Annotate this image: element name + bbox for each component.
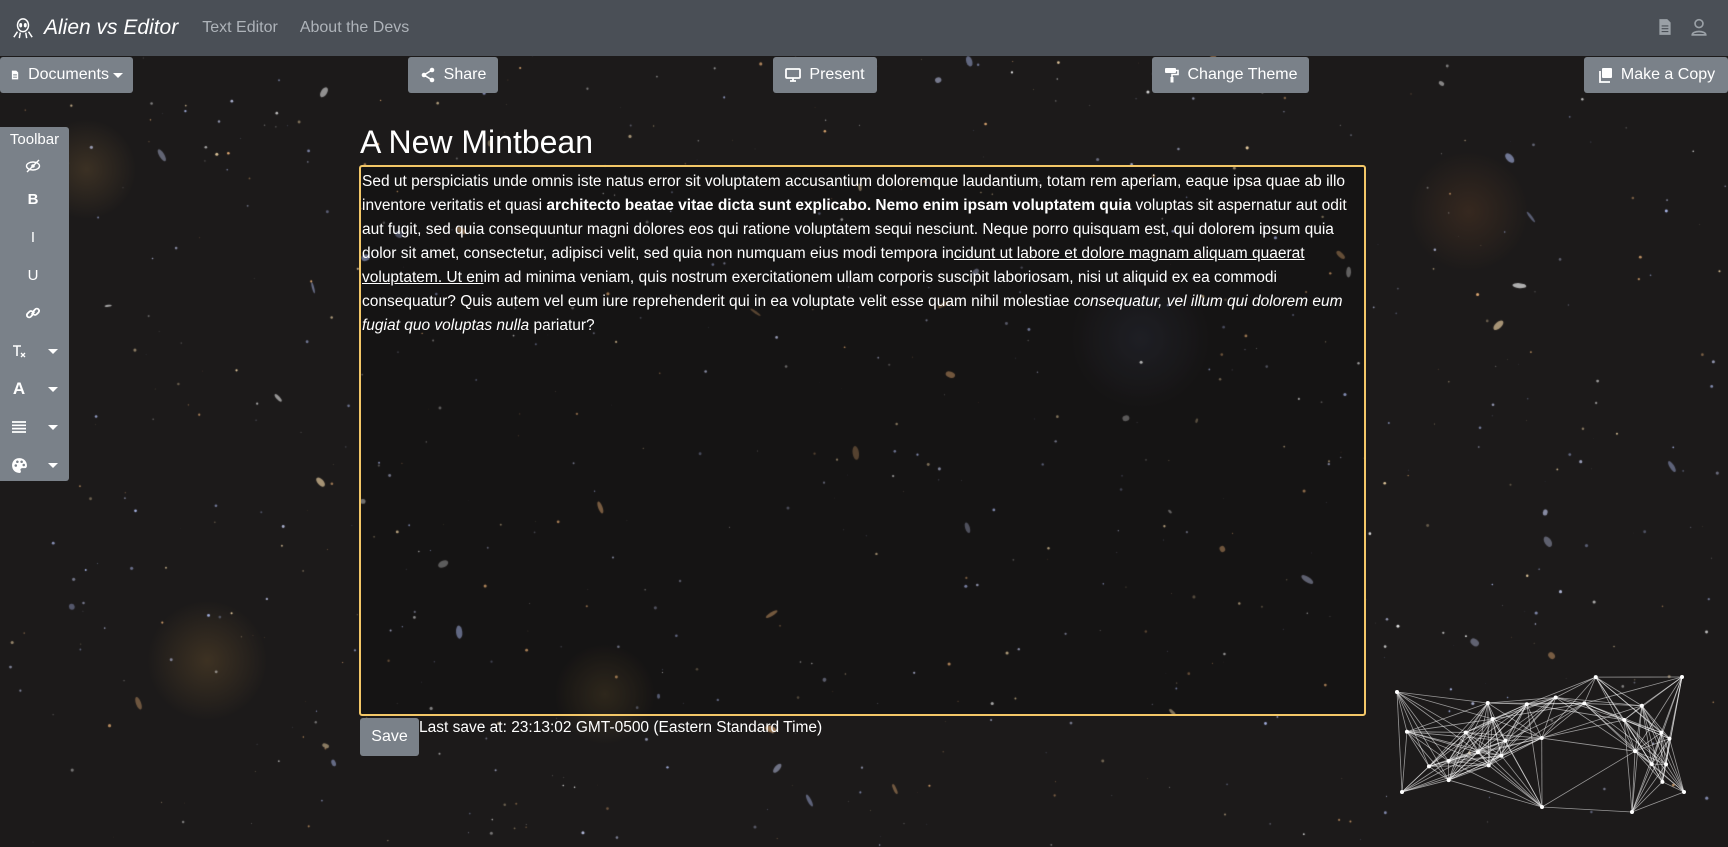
- change-theme-button[interactable]: Change Theme: [1152, 57, 1309, 93]
- last-save-status: Last save at: 23:13:02 GMT-0500 (Eastern…: [419, 719, 823, 736]
- italic-button[interactable]: I: [0, 218, 69, 256]
- underline-icon: U: [27, 266, 39, 284]
- make-copy-button[interactable]: Make a Copy: [1584, 57, 1728, 93]
- toggle-visibility-button[interactable]: [0, 151, 69, 180]
- link-button[interactable]: [0, 294, 69, 332]
- file-icon: [11, 70, 19, 80]
- link-icon: [24, 304, 42, 322]
- make-copy-label: Make a Copy: [1620, 66, 1716, 83]
- text-segment: pariatur?: [529, 317, 595, 334]
- documents-dropdown-button[interactable]: Documents: [0, 57, 133, 93]
- eye-slash-icon: [24, 157, 42, 175]
- palette-dropdown[interactable]: [0, 446, 69, 484]
- brand-name: Alien vs Editor: [44, 16, 179, 39]
- share-icon: [421, 67, 434, 83]
- editor-content[interactable]: Sed ut perspiciatis unde omnis iste natu…: [361, 167, 1364, 338]
- nav-link-text-editor[interactable]: Text Editor: [202, 19, 278, 37]
- brand[interactable]: Alien vs Editor: [12, 16, 178, 40]
- nav-right-icons: [1656, 18, 1708, 36]
- present-button[interactable]: Present: [773, 57, 877, 93]
- palette-icon: [10, 456, 28, 474]
- toolbar: Toolbar B I U A: [0, 127, 69, 481]
- share-label: Share: [443, 66, 487, 83]
- chevron-down-icon: [48, 463, 58, 468]
- align-icon: [10, 418, 28, 436]
- document-title[interactable]: A New Mintbean: [360, 124, 593, 161]
- monitor-icon: [785, 68, 802, 82]
- text-segment-bold: architecto beatae vitae dicta sunt expli…: [546, 197, 1132, 214]
- chevron-down-icon: [48, 387, 58, 392]
- bold-icon: B: [27, 190, 39, 208]
- bold-button[interactable]: B: [0, 180, 69, 218]
- nav-link-about[interactable]: About the Devs: [300, 19, 409, 37]
- change-theme-label: Change Theme: [1187, 66, 1298, 83]
- document-icon[interactable]: [1656, 18, 1674, 36]
- toolbar-title: Toolbar: [9, 131, 60, 148]
- present-label: Present: [809, 66, 865, 83]
- copy-icon: [1598, 68, 1612, 83]
- alien-logo-icon: [13, 18, 33, 39]
- clear-format-dropdown[interactable]: [0, 332, 69, 370]
- font-color-dropdown[interactable]: A: [0, 370, 69, 408]
- documents-label: Documents: [28, 66, 109, 83]
- font-color-icon: A: [12, 379, 26, 398]
- user-icon[interactable]: [1690, 18, 1708, 36]
- align-dropdown[interactable]: [0, 408, 69, 446]
- navbar: Alien vs Editor Text Editor About the De…: [0, 0, 1728, 56]
- share-button[interactable]: Share: [408, 57, 498, 93]
- save-button[interactable]: Save: [360, 718, 419, 756]
- network-mesh-graphic: [1395, 675, 1686, 814]
- italic-icon: I: [30, 228, 36, 246]
- paint-roller-icon: [1164, 68, 1179, 83]
- clear-format-icon: [10, 342, 28, 360]
- text-editor[interactable]: Sed ut perspiciatis unde omnis iste natu…: [359, 165, 1366, 716]
- chevron-down-icon: [113, 72, 123, 78]
- chevron-down-icon: [48, 425, 58, 430]
- chevron-down-icon: [48, 349, 58, 354]
- underline-button[interactable]: U: [0, 256, 69, 294]
